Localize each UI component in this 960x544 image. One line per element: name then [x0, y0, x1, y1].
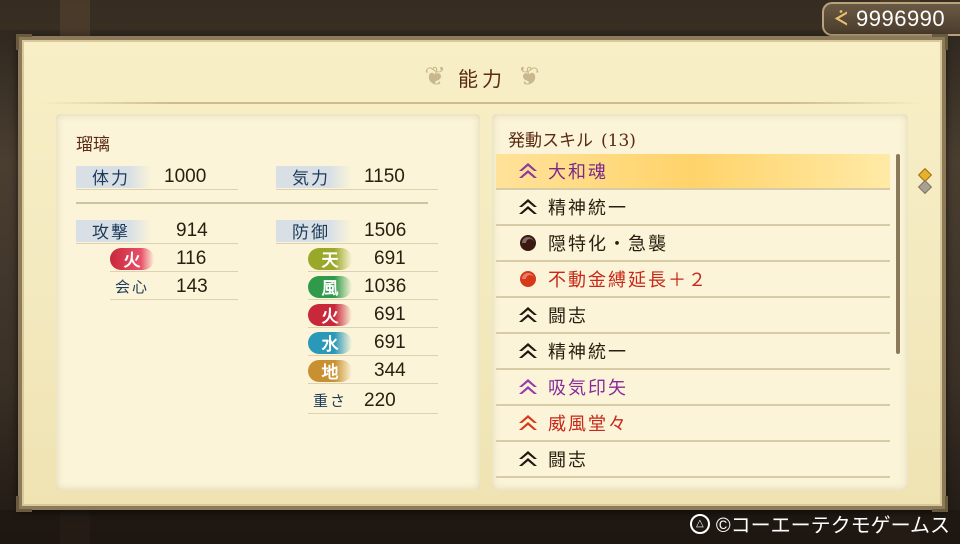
skill-label: 威風堂々 [548, 414, 628, 435]
weight-label: 重さ [312, 392, 347, 410]
element-badge: 天 [308, 247, 352, 271]
weight-value: 220 [364, 389, 396, 411]
element-badge: 地 [308, 359, 352, 383]
skills-title: 発動スキル [508, 131, 593, 151]
black-chevron-icon [516, 448, 540, 470]
money-display: ᢵ 9996990 [822, 2, 960, 36]
skill-item[interactable]: 隠特化・急襲 [496, 226, 890, 262]
skill-item[interactable]: 大和魂 [496, 154, 890, 190]
ki-value: 1150 [364, 165, 405, 187]
red-orb-icon [516, 268, 540, 290]
attack-fire-row: 火 116 [110, 246, 238, 272]
laurel-left-icon: ❦ [424, 62, 446, 92]
defense-label: 防御 [276, 219, 352, 243]
defense-element-row: 風 1036 [308, 274, 438, 300]
defense-value: 1506 [364, 219, 407, 241]
hp-label: 体力 [76, 165, 152, 189]
skill-label: 吸気印矢 [548, 378, 628, 399]
black-chevron-icon [516, 340, 540, 362]
hp-row: 体力 1000 [76, 164, 238, 190]
dark-orb-icon [516, 232, 540, 254]
skill-label: 精神統一 [548, 198, 628, 219]
defense-element-row: 天 691 [308, 246, 438, 272]
ki-label: 気力 [276, 165, 352, 189]
skills-header: 発動スキル (13) [508, 126, 636, 151]
triangle-button-icon: △ [689, 513, 710, 534]
element-value: 1036 [364, 275, 407, 297]
fire-badge: 火 [110, 247, 154, 271]
panel-title: 能力 [458, 66, 506, 91]
element-value: 691 [374, 247, 406, 269]
element-badge: 水 [308, 331, 352, 355]
status-panel: ❦ 能力 ❦ 瑠璃 体力 1000 気力 1150 攻撃 914 防御 1506… [16, 34, 948, 512]
scroll-down-diamond-icon [917, 179, 933, 195]
skill-label: 闘志 [548, 450, 588, 471]
copyright-text: ©コーエーテクモゲームス [715, 515, 950, 537]
attack-fire-value: 116 [176, 247, 207, 269]
skills-count: (13) [601, 131, 636, 151]
skill-label: 闘志 [548, 306, 588, 327]
defense-element-row: 水 691 [308, 330, 438, 356]
crit-row: 会心 143 [110, 274, 238, 300]
skill-item[interactable]: 闘志 [496, 442, 890, 478]
skill-item[interactable]: 精神統一 [496, 334, 890, 370]
attack-label: 攻撃 [76, 219, 152, 243]
crit-label: 会心 [114, 278, 149, 296]
money-value: 9996990 [856, 6, 946, 31]
element-value: 691 [374, 331, 406, 353]
hp-value: 1000 [164, 165, 207, 187]
defense-element-row: 地 344 [308, 358, 438, 384]
black-chevron-icon [516, 196, 540, 218]
skill-item[interactable]: 吸気印矢 [496, 370, 890, 406]
element-badge: 風 [308, 275, 352, 299]
ki-row: 気力 1150 [276, 164, 438, 190]
purple-chevron-icon [516, 160, 540, 182]
crit-value: 143 [176, 275, 208, 297]
skills-card: 発動スキル (13) 大和魂 精神統一 隠特化・急襲 不動金縛延長＋２ 闘志 精神統一 吸気印… [492, 114, 933, 490]
attack-row: 攻撃 914 [76, 218, 238, 244]
attack-value: 914 [176, 219, 208, 241]
skill-label: 精神統一 [548, 342, 628, 363]
element-value: 344 [374, 359, 406, 381]
footer: △ ©コーエーテクモゲームス [689, 509, 950, 538]
skills-scrollbar[interactable] [896, 154, 900, 354]
laurel-right-icon: ❦ [518, 62, 540, 92]
character-name: 瑠璃 [76, 135, 110, 155]
defense-row: 防御 1506 [276, 218, 438, 244]
scroll-indicator [917, 167, 933, 195]
skill-item[interactable]: 精神統一 [496, 190, 890, 226]
skill-item[interactable]: 不動金縛延長＋２ [496, 262, 890, 298]
skill-label: 大和魂 [548, 162, 608, 183]
skill-item[interactable]: 威風堂々 [496, 406, 890, 442]
black-chevron-icon [516, 304, 540, 326]
element-badge: 火 [308, 303, 352, 327]
defense-element-row: 火 691 [308, 302, 438, 328]
skill-label: 隠特化・急襲 [548, 234, 668, 255]
skill-item[interactable]: 闘志 [496, 298, 890, 334]
stats-card: 瑠璃 体力 1000 気力 1150 攻撃 914 防御 1506 火 116 … [56, 114, 480, 490]
skill-list: 大和魂 精神統一 隠特化・急襲 不動金縛延長＋２ 闘志 精神統一 吸気印矢 威風堂々 闘志 [496, 154, 890, 478]
purple-chevron-icon [516, 376, 540, 398]
panel-header: ❦ 能力 ❦ [22, 60, 942, 94]
skill-label: 不動金縛延長＋２ [548, 270, 708, 291]
red-chevron-icon [516, 412, 540, 434]
weight-row: 重さ 220 [308, 388, 438, 414]
coin-icon: ᢵ [834, 8, 848, 30]
element-value: 691 [374, 303, 406, 325]
